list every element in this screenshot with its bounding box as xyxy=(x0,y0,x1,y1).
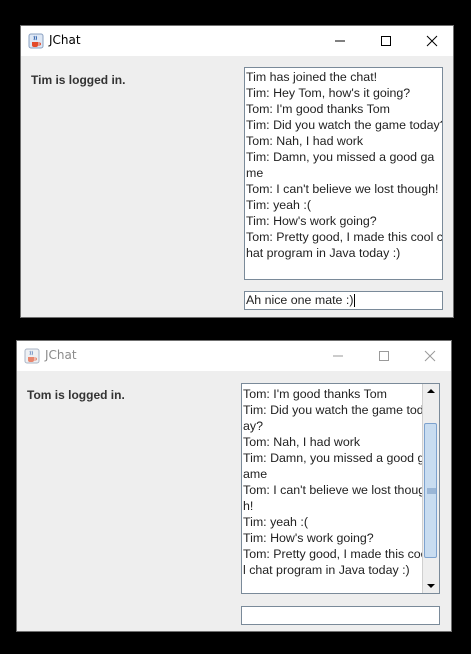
maximize-icon xyxy=(381,36,391,46)
title-bar[interactable]: JChat xyxy=(21,26,453,56)
chat-line: Tim: Damn, you missed a good g xyxy=(243,451,425,465)
minimize-button[interactable] xyxy=(315,341,361,371)
scrolled-text-fragment xyxy=(312,384,402,386)
chat-line: ay? xyxy=(243,419,263,433)
chat-log[interactable]: Tim has joined the chat! Tim: Hey Tom, ho… xyxy=(244,67,443,280)
chat-window-tom: JChat Tom is logged in. Tom: I'm good th… xyxy=(16,340,452,632)
text-caret xyxy=(354,294,356,308)
chat-line: Tim: Did you watch the game today? xyxy=(246,118,443,132)
minimize-button[interactable] xyxy=(317,26,363,56)
maximize-icon xyxy=(379,351,389,361)
chat-line: Tim has joined the chat! xyxy=(246,70,378,84)
minimize-icon xyxy=(335,40,345,42)
arrow-up-icon xyxy=(427,389,435,393)
chat-window-tim: JChat Tim is logged in. Tim has joined t… xyxy=(20,25,454,318)
message-input[interactable] xyxy=(241,606,440,625)
maximize-button[interactable] xyxy=(361,341,407,371)
chat-line: Tim: yeah :( xyxy=(246,198,311,212)
close-icon xyxy=(426,35,438,47)
chat-line: Tim: Hey Tom, how's it going? xyxy=(246,86,411,100)
chat-line: me xyxy=(246,166,264,180)
chat-line: h! xyxy=(243,499,254,513)
chat-line: ame xyxy=(243,467,268,481)
chat-line: Tim: How's work going? xyxy=(243,531,374,545)
java-cup-icon xyxy=(28,33,44,49)
chat-scrollbar[interactable] xyxy=(422,384,439,593)
arrow-down-icon xyxy=(427,584,435,588)
message-input[interactable]: Ah nice one mate :) xyxy=(244,291,443,310)
minimize-icon xyxy=(333,355,343,357)
chat-line: Tim: How's work going? xyxy=(246,214,377,228)
chat-line: Tom: I can't believe we lost though! xyxy=(246,182,439,196)
maximize-button[interactable] xyxy=(363,26,409,56)
chat-line: Tom: Pretty good, I made this coo xyxy=(243,547,428,561)
chat-line: Tom: Pretty good, I made this cool c xyxy=(246,230,443,244)
chat-line: Tom: I can't believe we lost thoug xyxy=(243,483,426,497)
scroll-thumb[interactable] xyxy=(424,423,437,558)
title-bar[interactable]: JChat xyxy=(17,341,451,371)
chat-line: l chat program in Java today :) xyxy=(243,563,410,577)
window-title: JChat xyxy=(45,348,77,362)
chat-line: hat program in Java today :) xyxy=(246,246,401,260)
chat-log[interactable]: Tom: I'm good thanks Tom Tim: Did you wat… xyxy=(241,383,440,594)
chat-line: Tom: Nah, I had work xyxy=(243,435,361,449)
scroll-up-button[interactable] xyxy=(423,384,439,398)
close-button[interactable] xyxy=(409,26,455,56)
chat-line: Tom: I'm good thanks Tom xyxy=(243,387,388,401)
close-icon xyxy=(424,350,436,362)
scroll-down-button[interactable] xyxy=(423,579,439,593)
chat-line: Tom: Nah, I had work xyxy=(246,134,364,148)
login-status: Tom is logged in. xyxy=(27,388,125,402)
message-input-value: Ah nice one mate :) xyxy=(246,293,354,307)
chat-line: Tom: I'm good thanks Tom xyxy=(246,102,391,116)
login-status: Tim is logged in. xyxy=(31,73,126,87)
chat-line: Tim: Did you watch the game tod xyxy=(243,403,424,417)
close-button[interactable] xyxy=(407,341,453,371)
chat-line: Tim: Damn, you missed a good ga xyxy=(246,150,435,164)
grip-icon xyxy=(427,488,436,493)
window-title: JChat xyxy=(49,33,81,47)
chat-line: Tim: yeah :( xyxy=(243,515,308,529)
java-cup-icon xyxy=(24,348,40,364)
